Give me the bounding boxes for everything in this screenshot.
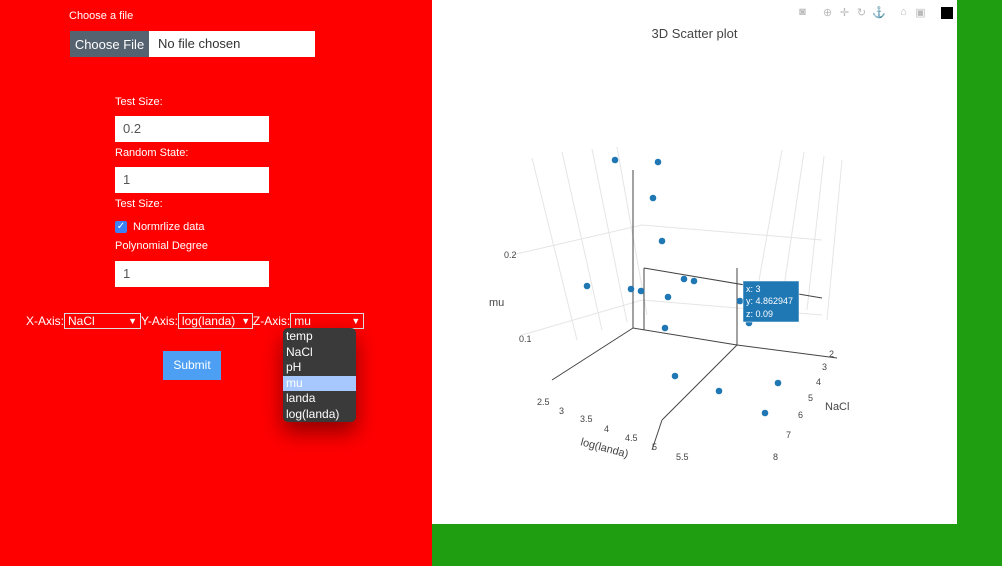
z-axis-value: mu (294, 314, 311, 328)
test-size-label-2: Test Size: (115, 198, 163, 210)
submit-button[interactable]: Submit (163, 351, 221, 380)
z-tick-label: 0.2 (504, 250, 517, 260)
data-point[interactable] (661, 324, 669, 332)
z-axis-dropdown: temp NaCl pH mu landa log(landa) (283, 328, 356, 422)
page-background-right (957, 0, 1002, 566)
x-tick-label: 2 (829, 349, 834, 359)
data-point[interactable] (680, 275, 688, 283)
file-input[interactable]: Choose File No file chosen (70, 31, 315, 57)
tooltip-z: z: 0.09 (746, 309, 773, 319)
dropdown-option-ph[interactable]: pH (283, 360, 356, 376)
axis-selectors: X-Axis: NaCl ▼ Y-Axis: log(landa) ▼ Z-Ax… (26, 313, 365, 329)
file-status-text: No file chosen (158, 36, 241, 51)
data-point[interactable] (658, 237, 666, 245)
normalize-checkbox[interactable]: ✓ (115, 221, 127, 233)
dropdown-option-nacl[interactable]: NaCl (283, 345, 356, 361)
z-axis-select[interactable]: mu ▼ (290, 313, 365, 329)
data-point[interactable] (715, 387, 723, 395)
tooltip-y: y: 4.862947 (746, 296, 793, 306)
choose-file-button[interactable]: Choose File (70, 31, 149, 57)
x-axis-label: X-Axis: (26, 314, 65, 328)
dropdown-option-landa[interactable]: landa (283, 391, 356, 407)
chevron-down-icon: ▼ (351, 316, 361, 326)
y-tick-label: 4.5 (625, 433, 638, 443)
data-point[interactable] (664, 293, 672, 301)
y-axis-value: log(landa) (181, 314, 236, 328)
y-axis-label: Y-Axis: (141, 314, 178, 328)
data-point[interactable] (654, 158, 662, 166)
poly-degree-label: Polynomial Degree (115, 240, 208, 252)
normalize-row: ✓ Normrlize data (115, 221, 205, 233)
data-point[interactable] (671, 372, 679, 380)
poly-degree-input[interactable]: 1 (115, 261, 269, 287)
data-point[interactable] (761, 409, 769, 417)
data-point[interactable] (690, 277, 698, 285)
y-tick-label: 3 (559, 406, 564, 416)
page-background-bottom (432, 524, 1002, 566)
x-tick-label: 8 (773, 452, 778, 462)
scatter-3d-plot[interactable]: 0.2 0.1 mu 2 3 4 5 6 7 8 NaCl 2.5 3 3.5 … (432, 0, 957, 524)
dropdown-option-mu[interactable]: mu (283, 375, 356, 391)
dropdown-option-log-landa[interactable]: log(landa) (283, 407, 356, 423)
x-tick-label: 7 (786, 430, 791, 440)
normalize-label: Normrlize data (133, 221, 205, 233)
data-point[interactable] (611, 156, 619, 164)
x-axis-select[interactable]: NaCl ▼ (64, 313, 142, 329)
dropdown-option-temp[interactable]: temp (283, 329, 356, 345)
y-tick-label: 2.5 (537, 397, 550, 407)
x-tick-label: 4 (816, 377, 821, 387)
x-tick-label: 5 (808, 393, 813, 403)
data-point[interactable] (637, 287, 645, 295)
y-axis-title: log(landa) (579, 436, 629, 460)
test-size-input[interactable]: 0.2 (115, 116, 269, 142)
y-tick-label: 3.5 (580, 414, 593, 424)
z-axis-label: Z-Axis: (252, 314, 291, 328)
chevron-down-icon: ▼ (241, 316, 251, 326)
data-point[interactable] (583, 282, 591, 290)
form-panel: Choose a file Choose File No file chosen… (0, 0, 432, 566)
tooltip-x: x: 3 (746, 284, 761, 294)
hover-tooltip: x: 3 y: 4.862947 z: 0.09 (742, 280, 800, 323)
test-size-label: Test Size: (115, 96, 163, 108)
z-tick-label: 0.1 (519, 334, 532, 344)
z-axis-title: mu (489, 297, 504, 309)
x-tick-label: 6 (798, 410, 803, 420)
choose-file-label: Choose a file (69, 10, 134, 22)
chevron-down-icon: ▼ (128, 316, 138, 326)
plot-panel: ◙ ⊕ ✛ ↻ ⚓ ⌂ ▣ 3D Scatter plot 0.2 0.1 mu… (432, 0, 957, 524)
x-tick-label: 3 (822, 362, 827, 372)
data-point[interactable] (627, 285, 635, 293)
y-tick-label: 5.5 (676, 452, 689, 462)
random-state-label: Random State: (115, 147, 189, 159)
x-axis-value: NaCl (68, 314, 95, 328)
data-point[interactable] (774, 379, 782, 387)
y-axis-select[interactable]: log(landa) ▼ (177, 313, 253, 329)
data-point[interactable] (649, 194, 657, 202)
random-state-input[interactable]: 1 (115, 167, 269, 193)
y-tick-label: 5 (652, 442, 657, 452)
y-tick-label: 4 (604, 424, 609, 434)
x-axis-title: NaCl (825, 401, 849, 413)
